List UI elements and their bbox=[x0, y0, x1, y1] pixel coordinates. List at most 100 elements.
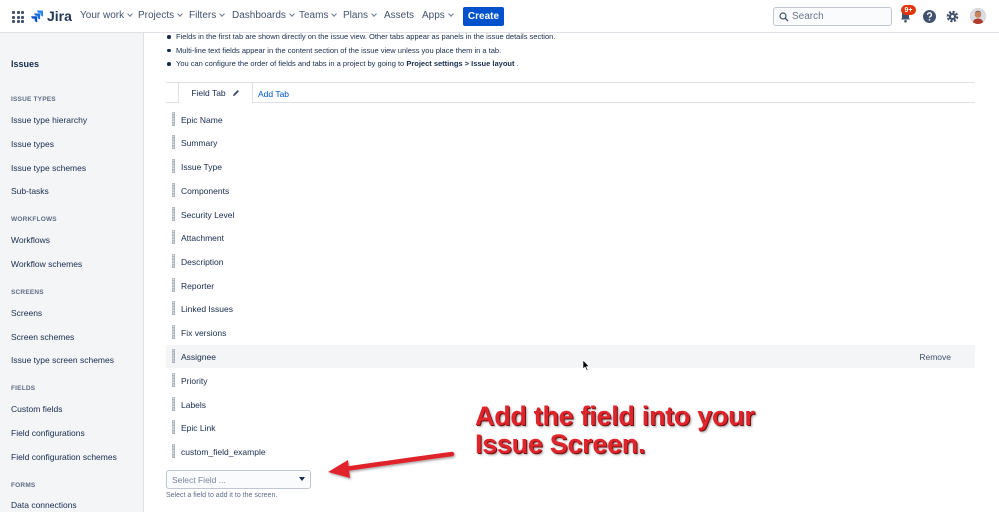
field-row[interactable]: Security Level bbox=[166, 203, 975, 226]
chevron-down-icon bbox=[177, 11, 183, 17]
nav-teams[interactable]: Teams bbox=[299, 10, 338, 21]
sidebar-item-screen-schemes[interactable]: Screen schemes bbox=[11, 332, 74, 342]
field-row[interactable]: Components bbox=[166, 179, 975, 202]
chevron-down-icon bbox=[447, 11, 454, 17]
sidebar-item-custom-fields[interactable]: Custom fields bbox=[11, 404, 63, 414]
field-label: Summary bbox=[181, 137, 218, 148]
annotation-line: Issue Screen. bbox=[475, 429, 646, 459]
info-line: You can configure the order of fields an… bbox=[166, 57, 555, 71]
create-button[interactable]: Create bbox=[463, 7, 504, 26]
drag-handle-icon[interactable] bbox=[172, 373, 175, 387]
sidebar-heading-forms: FORMS bbox=[11, 482, 36, 489]
sidebar-heading-issue-types: ISSUE TYPES bbox=[11, 96, 56, 103]
nav-label: Apps bbox=[422, 10, 445, 21]
drag-handle-icon[interactable] bbox=[172, 207, 175, 221]
drag-handle-icon[interactable] bbox=[172, 254, 175, 268]
nav-plans[interactable]: Plans bbox=[343, 10, 377, 21]
notification-badge: 9+ bbox=[901, 5, 916, 15]
sidebar-item-issue-type-schemes[interactable]: Issue type schemes bbox=[11, 163, 86, 173]
field-row[interactable]: Attachment bbox=[166, 226, 975, 249]
field-label: custom_field_example bbox=[181, 446, 266, 457]
nav-dashboards[interactable]: Dashboards bbox=[232, 10, 295, 21]
sidebar-item-field-configurations[interactable]: Field configurations bbox=[11, 428, 85, 438]
field-row[interactable]: Summary bbox=[166, 131, 975, 154]
add-tab-link[interactable]: Add Tab bbox=[258, 89, 289, 99]
drag-handle-icon[interactable] bbox=[172, 420, 175, 434]
app-switcher-icon[interactable] bbox=[12, 11, 24, 23]
annotation-line: Add the field into your bbox=[475, 401, 755, 431]
tab-bar: Field Tab Add Tab bbox=[166, 82, 975, 103]
field-row[interactable]: Fix versions bbox=[166, 321, 975, 344]
drag-handle-icon[interactable] bbox=[172, 349, 175, 363]
chevron-down-icon bbox=[219, 11, 226, 17]
drag-handle-icon[interactable] bbox=[172, 325, 175, 339]
nav-filters[interactable]: Filters bbox=[189, 10, 226, 21]
drag-handle-icon[interactable] bbox=[172, 159, 175, 173]
field-row[interactable]: Priority bbox=[166, 369, 975, 392]
settings-gear-icon[interactable] bbox=[945, 9, 960, 24]
nav-assets[interactable]: Assets bbox=[384, 10, 414, 21]
select-field-dropdown[interactable]: Select Field ... bbox=[166, 470, 311, 489]
nav-projects[interactable]: Projects bbox=[138, 10, 183, 21]
user-avatar[interactable] bbox=[970, 8, 986, 24]
nav-label: Filters bbox=[189, 10, 217, 21]
jira-logo[interactable]: Jira bbox=[31, 8, 72, 24]
drag-handle-icon[interactable] bbox=[172, 278, 175, 292]
sidebar-item-data-connections[interactable]: Data connections bbox=[11, 500, 77, 510]
drag-handle-icon[interactable] bbox=[172, 301, 175, 315]
field-label: Issue Type bbox=[181, 161, 222, 172]
tab-field-tab[interactable]: Field Tab bbox=[178, 83, 253, 103]
field-label: Fix versions bbox=[181, 327, 227, 338]
nav-label: Assets bbox=[384, 10, 415, 21]
drag-handle-icon[interactable] bbox=[172, 135, 175, 149]
info-line: Multi-line text fields appear in the con… bbox=[166, 44, 555, 58]
nav-label: Plans bbox=[343, 10, 369, 21]
field-row[interactable]: Reporter bbox=[166, 274, 975, 297]
drag-handle-icon[interactable] bbox=[172, 230, 175, 244]
drag-handle-icon[interactable] bbox=[172, 112, 175, 126]
field-row[interactable]: Description bbox=[166, 250, 975, 273]
help-icon[interactable] bbox=[922, 9, 937, 24]
nav-label: Dashboards bbox=[232, 10, 286, 21]
chevron-down-icon bbox=[299, 477, 305, 481]
field-label: Epic Link bbox=[181, 422, 216, 433]
info-list: Fields in the first tab are shown direct… bbox=[166, 30, 555, 71]
annotation-callout: Add the field into your Issue Screen. bbox=[475, 402, 755, 458]
sidebar-item-issue-types[interactable]: Issue types bbox=[11, 139, 54, 149]
drag-handle-icon[interactable] bbox=[172, 444, 175, 458]
field-row[interactable]: Epic Name bbox=[166, 108, 975, 131]
field-label: Linked Issues bbox=[181, 303, 233, 314]
field-label: Labels bbox=[181, 399, 207, 410]
field-row[interactable]: Issue Type bbox=[166, 155, 975, 178]
edit-pencil-icon[interactable] bbox=[232, 89, 240, 97]
jira-logo-icon bbox=[31, 10, 43, 22]
sidebar-item-sub-tasks[interactable]: Sub-tasks bbox=[11, 186, 49, 196]
admin-sidebar: Issues ISSUE TYPES Issue type hierarchy … bbox=[0, 33, 144, 512]
field-row[interactable]: Linked Issues bbox=[166, 297, 975, 320]
field-label: Description bbox=[181, 256, 224, 267]
nav-your-work[interactable]: Your work bbox=[80, 10, 133, 21]
field-label: Priority bbox=[181, 375, 208, 386]
sidebar-item-screens[interactable]: Screens bbox=[11, 308, 42, 318]
nav-apps[interactable]: Apps bbox=[422, 10, 454, 21]
logo-text: Jira bbox=[47, 8, 72, 24]
sidebar-heading-screens: SCREENS bbox=[11, 289, 44, 296]
sidebar-item-issue-type-hierarchy[interactable]: Issue type hierarchy bbox=[11, 115, 87, 125]
select-help-text: Select a field to add it to the screen. bbox=[166, 492, 278, 499]
sidebar-item-issue-type-screen-schemes[interactable]: Issue type screen schemes bbox=[11, 355, 114, 365]
field-label: Epic Name bbox=[181, 114, 223, 125]
nav-label: Teams bbox=[299, 10, 329, 21]
drag-handle-icon[interactable] bbox=[172, 183, 175, 197]
chevron-down-icon bbox=[371, 11, 377, 17]
remove-field-button[interactable]: Remove bbox=[919, 352, 951, 362]
search-placeholder: Search bbox=[792, 11, 824, 22]
sidebar-item-workflows[interactable]: Workflows bbox=[11, 235, 50, 245]
search-icon bbox=[779, 12, 789, 22]
field-row[interactable]: Assignee Remove bbox=[166, 345, 975, 368]
sidebar-heading-workflows: WORKFLOWS bbox=[11, 216, 57, 223]
search-input[interactable]: Search bbox=[773, 7, 892, 26]
sidebar-item-workflow-schemes[interactable]: Workflow schemes bbox=[11, 259, 82, 269]
sidebar-item-field-configuration-schemes[interactable]: Field configuration schemes bbox=[11, 452, 117, 462]
drag-handle-icon[interactable] bbox=[172, 397, 175, 411]
project-settings-link[interactable]: Project settings > Issue layout bbox=[406, 59, 514, 68]
